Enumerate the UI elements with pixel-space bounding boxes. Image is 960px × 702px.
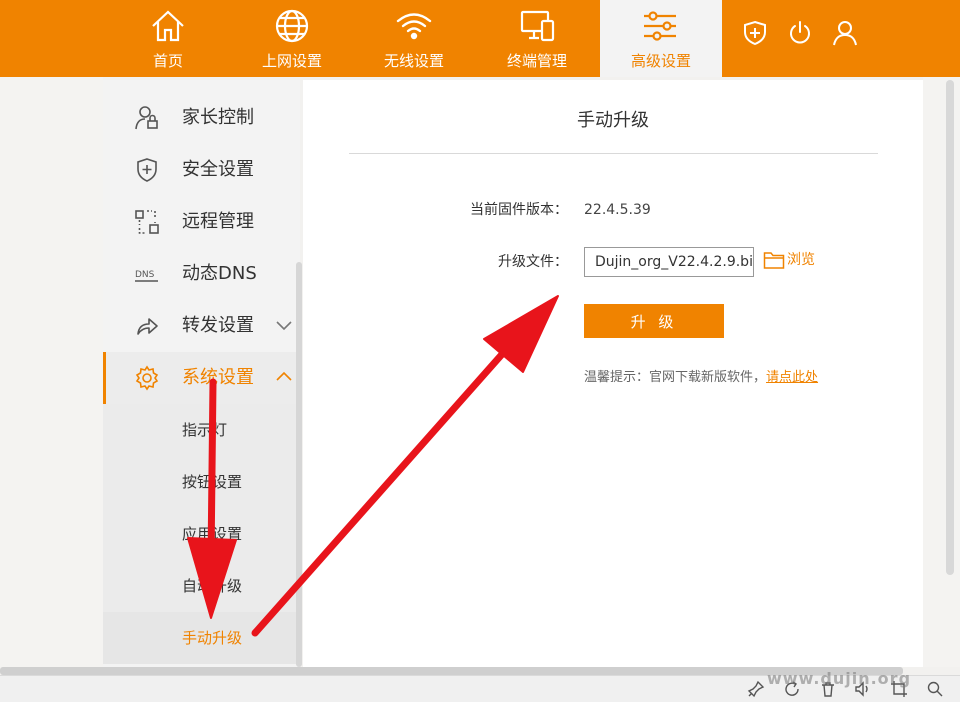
account-button[interactable]	[831, 19, 859, 47]
sidebar-subitem-label: 自动升级	[182, 577, 243, 595]
nav-item-label: 首页	[152, 52, 183, 70]
svg-text:DNS: DNS	[135, 270, 155, 280]
sidebar-subitem-indicator[interactable]: 指示灯	[103, 404, 300, 456]
devices-icon	[520, 10, 555, 42]
home-icon	[152, 10, 184, 42]
sidebar-item-security[interactable]: 安全设置	[103, 144, 300, 196]
sidebar-item-label: 系统设置	[182, 367, 254, 388]
chevron-down-icon	[276, 321, 292, 331]
sidebar-item-label: 安全设置	[182, 159, 254, 180]
nav-item-internet[interactable]: 上网设置	[232, 0, 352, 77]
firmware-version-label: 当前固件版本：	[470, 202, 568, 218]
background-left	[0, 77, 103, 667]
sidebar-item-ddns[interactable]: DNS 动态DNS	[103, 248, 300, 300]
page-title: 手动升级	[577, 110, 649, 131]
sidebar-subitem-button-settings[interactable]: 按钮设置	[103, 456, 300, 508]
browse-label: 浏览	[787, 252, 815, 268]
nav-item-devices[interactable]: 终端管理	[477, 0, 597, 77]
user-icon	[833, 21, 857, 46]
sidebar-subitem-auto-upgrade[interactable]: 自动升级	[103, 560, 300, 612]
upgrade-file-field[interactable]: Dujin_org_V22.4.2.9.bin	[584, 247, 754, 277]
remote-icon	[134, 209, 160, 235]
shield-plus-icon	[744, 20, 766, 46]
sidebar-subitem-label: 指示灯	[182, 421, 228, 439]
sidebar-item-parental-control[interactable]: 家长控制	[103, 92, 300, 144]
sidebar-item-forwarding[interactable]: 转发设置	[103, 300, 300, 352]
firmware-version-value: 22.4.5.39	[584, 202, 651, 218]
chevron-up-icon	[276, 371, 292, 381]
upgrade-button[interactable]: 升 级	[584, 304, 724, 338]
top-nav-bar: 首页 上网设置 无线设置 终端管理 高级设置	[0, 0, 960, 77]
download-tip-text: 温馨提示：官网下载新版软件，	[584, 370, 767, 385]
sidebar-item-remote-management[interactable]: 远程管理	[103, 196, 300, 248]
nav-item-label: 无线设置	[383, 52, 444, 70]
user-lock-icon	[134, 105, 160, 131]
power-button[interactable]	[786, 19, 814, 47]
forward-icon	[134, 313, 160, 339]
sidebar-subitem-manual-upgrade[interactable]: 手动升级	[103, 612, 300, 664]
wifi-icon	[396, 13, 432, 40]
watermark: www.dujin.org	[767, 669, 912, 688]
download-link[interactable]: 请点此处	[766, 370, 818, 385]
sidebar-item-system-settings[interactable]: 系统设置	[103, 352, 300, 404]
nav-item-label: 高级设置	[630, 52, 691, 70]
sidebar-item-label: 转发设置	[182, 315, 254, 336]
download-tip: 温馨提示：官网下载新版软件，请点此处	[584, 368, 818, 388]
gear-icon	[134, 365, 160, 391]
sidebar-subitem-label: 应用设置	[182, 525, 243, 543]
main-panel: 手动升级 当前固件版本： 22.4.5.39 升级文件： Dujin_org_V…	[303, 80, 923, 667]
title-divider	[349, 153, 878, 154]
nav-item-home[interactable]: 首页	[108, 0, 228, 77]
upgrade-file-label: 升级文件：	[498, 254, 568, 270]
pin-icon[interactable]	[747, 680, 765, 698]
sidebar-item-label: 远程管理	[182, 211, 254, 232]
sidebar-item-label: 家长控制	[182, 107, 254, 128]
sidebar-subitem-label: 手动升级	[182, 629, 243, 647]
sliders-icon	[644, 11, 676, 41]
power-icon	[790, 21, 810, 44]
sidebar-subitem-app-settings[interactable]: 应用设置	[103, 508, 300, 560]
sidebar: 家长控制 安全设置 远程管理 DNS 动态DNS 转发设置 系统设置 指示灯 按…	[103, 80, 300, 667]
nav-item-wireless[interactable]: 无线设置	[354, 0, 474, 77]
background-right	[923, 77, 960, 667]
nav-item-label: 终端管理	[506, 52, 567, 70]
folder-icon	[763, 252, 785, 269]
nav-item-advanced[interactable]: 高级设置	[600, 0, 722, 77]
sidebar-subitem-label: 按钮设置	[182, 473, 243, 491]
nav-item-label: 上网设置	[261, 52, 322, 70]
sidebar-scrollbar[interactable]	[296, 262, 302, 667]
page-scrollbar[interactable]	[946, 80, 954, 575]
security-button[interactable]	[741, 19, 769, 47]
dns-icon: DNS	[134, 261, 160, 287]
sidebar-item-label: 动态DNS	[182, 263, 257, 284]
zoom-icon[interactable]	[926, 680, 944, 698]
globe-icon	[275, 9, 309, 43]
shield-plus-icon	[134, 157, 160, 183]
